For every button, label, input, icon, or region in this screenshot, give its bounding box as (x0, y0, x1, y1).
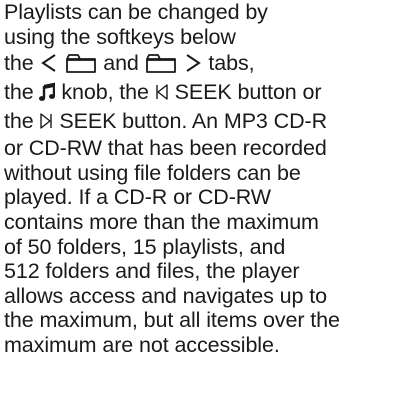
music-note-icon (39, 82, 56, 102)
text-line-6: or CD-RW that has been recorded (4, 136, 327, 161)
text-line-1: Playlists can be changed by (4, 0, 268, 24)
folder-icon (145, 52, 177, 74)
text-line-10: of 50 folders, 15 playlists, and (4, 234, 286, 259)
line-4-middle: knob, the (61, 80, 149, 105)
line-3-suffix: tabs, (208, 51, 255, 76)
line-5-prefix: the (4, 109, 34, 134)
line-4-suffix: SEEK button or (174, 80, 322, 105)
text-line-12: allows access and navigates up to (4, 283, 327, 308)
text-line-9: contains more than the maximum (4, 209, 319, 234)
line-3-prefix: the (4, 51, 34, 76)
text-line-14: maximum are not accessible. (4, 332, 280, 357)
line-4-prefix: the (4, 80, 34, 105)
text-line-2: using the softkeys below (4, 24, 236, 49)
text-line-3: the and tabs, (4, 49, 394, 78)
manual-paragraph: Playlists can be changed by using the so… (4, 0, 394, 358)
text-line-13: the maximum, but all items over the (4, 308, 340, 333)
chevron-right-icon (183, 52, 203, 74)
folder-icon (65, 52, 97, 74)
text-line-11: 512 folders and files, the player (4, 259, 300, 284)
seek-forward-icon (39, 111, 53, 131)
seek-back-icon (155, 82, 169, 102)
text-line-5: the SEEK button. An MP3 CD-R (4, 107, 394, 136)
chevron-left-icon (39, 52, 59, 74)
text-line-4: the knob, the SEEK button or (4, 78, 394, 107)
text-line-7: without using file folders can be (4, 160, 301, 185)
line-5-suffix: SEEK button. An MP3 CD-R (59, 109, 328, 134)
text-line-8: played. If a CD-R or CD-RW (4, 185, 272, 210)
line-3-and: and (103, 51, 139, 76)
